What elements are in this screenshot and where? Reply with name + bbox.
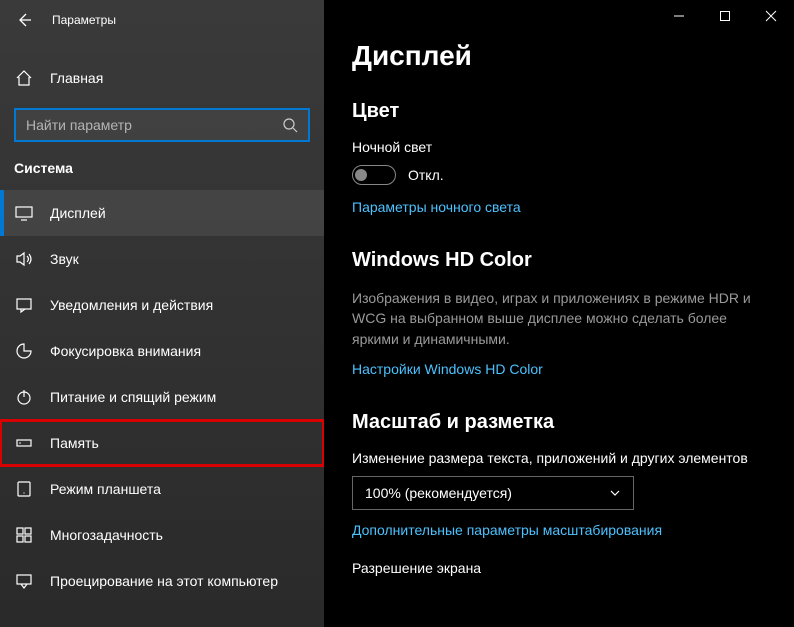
- sidebar-item-label: Режим планшета: [50, 481, 161, 497]
- app-title: Параметры: [52, 13, 116, 27]
- hd-color-heading: Windows HD Color: [352, 249, 766, 272]
- close-button[interactable]: [748, 0, 794, 32]
- sidebar-item-sound[interactable]: Звук: [0, 236, 324, 282]
- sound-icon: [14, 250, 34, 268]
- scale-select-value: 100% (рекомендуется): [365, 485, 512, 501]
- scale-heading: Масштаб и разметка: [352, 411, 766, 434]
- storage-icon: [14, 434, 34, 452]
- sidebar-item-focus[interactable]: Фокусировка внимания: [0, 328, 324, 374]
- hd-color-desc: Изображения в видео, играх и приложениях…: [352, 288, 766, 349]
- sidebar-item-label: Память: [50, 435, 99, 451]
- advanced-scale-link[interactable]: Дополнительные параметры масштабирования: [352, 522, 662, 538]
- sidebar-item-notifications[interactable]: Уведомления и действия: [0, 282, 324, 328]
- resolution-label: Разрешение экрана: [352, 560, 766, 576]
- search-box[interactable]: [14, 108, 310, 142]
- toggle-state-label: Откл.: [408, 167, 444, 183]
- sidebar-item-label: Дисплей: [50, 205, 106, 221]
- sidebar-item-tablet[interactable]: Режим планшета: [0, 466, 324, 512]
- maximize-button[interactable]: [702, 0, 748, 32]
- sidebar-item-label: Многозадачность: [50, 527, 163, 543]
- sidebar-item-label: Проецирование на этот компьютер: [50, 573, 278, 589]
- home-icon: [14, 69, 34, 87]
- sidebar-item-power[interactable]: Питание и спящий режим: [0, 374, 324, 420]
- search-icon: [282, 117, 298, 133]
- night-light-toggle[interactable]: [352, 165, 396, 185]
- night-light-label: Ночной свет: [352, 139, 766, 155]
- chevron-down-icon: [609, 487, 621, 499]
- sidebar-item-multitask[interactable]: Многозадачность: [0, 512, 324, 558]
- color-heading: Цвет: [352, 100, 766, 123]
- sidebar-item-storage[interactable]: Память: [0, 420, 324, 466]
- night-light-settings-link[interactable]: Параметры ночного света: [352, 199, 521, 215]
- minimize-button[interactable]: [656, 0, 702, 32]
- sidebar-item-label: Уведомления и действия: [50, 297, 213, 313]
- tablet-icon: [14, 480, 34, 498]
- display-icon: [14, 204, 34, 222]
- scale-select[interactable]: 100% (рекомендуется): [352, 476, 634, 510]
- sidebar-item-display[interactable]: Дисплей: [0, 190, 324, 236]
- notifications-icon: [14, 296, 34, 314]
- projecting-icon: [14, 572, 34, 590]
- sidebar-item-label: Питание и спящий режим: [50, 389, 216, 405]
- page-title: Дисплей: [352, 40, 766, 72]
- search-input[interactable]: [26, 117, 282, 133]
- category-title: Система: [0, 156, 324, 190]
- multitask-icon: [14, 526, 34, 544]
- sidebar-item-label: Звук: [50, 251, 79, 267]
- hd-color-link[interactable]: Настройки Windows HD Color: [352, 361, 543, 377]
- power-icon: [14, 388, 34, 406]
- focus-icon: [14, 342, 34, 360]
- home-label: Главная: [50, 70, 103, 86]
- sidebar-item-projecting[interactable]: Проецирование на этот компьютер: [0, 558, 324, 604]
- back-button[interactable]: [12, 8, 36, 32]
- home-nav[interactable]: Главная: [0, 58, 324, 98]
- text-size-label: Изменение размера текста, приложений и д…: [352, 450, 766, 466]
- toggle-knob: [355, 169, 367, 181]
- sidebar-item-label: Фокусировка внимания: [50, 343, 201, 359]
